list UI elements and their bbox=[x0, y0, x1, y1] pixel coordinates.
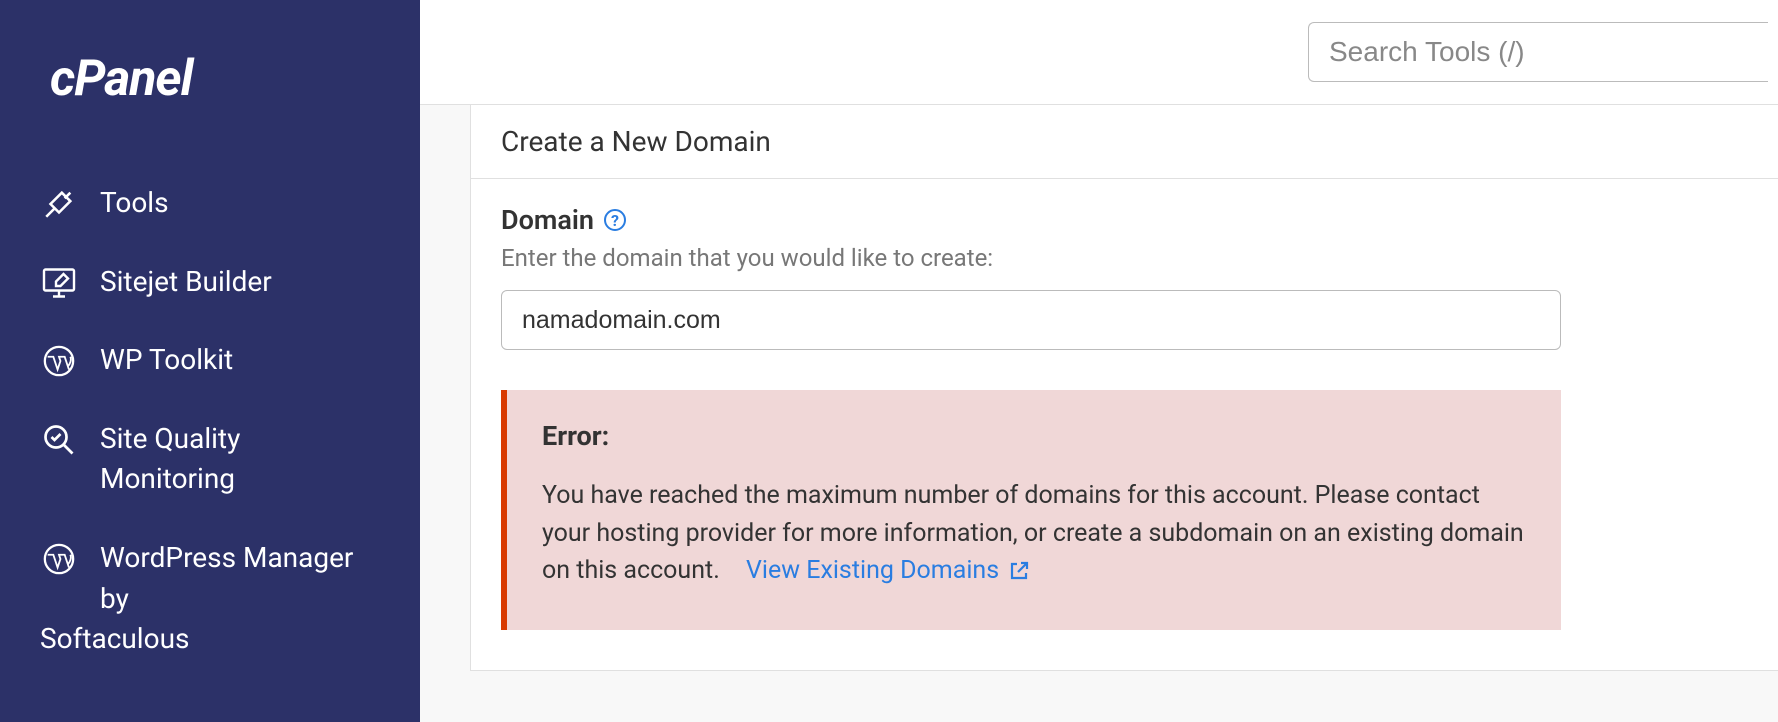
domain-label: Domain bbox=[501, 204, 594, 236]
alert-message: You have reached the maximum number of d… bbox=[542, 481, 1524, 585]
search-input[interactable] bbox=[1308, 22, 1768, 82]
create-domain-panel: Create a New Domain Domain ? Enter the d… bbox=[470, 105, 1778, 671]
topbar bbox=[420, 0, 1778, 105]
brand-logo: cPanel bbox=[50, 50, 380, 108]
alert-title: Error: bbox=[542, 420, 1526, 452]
panel-body: Domain ? Enter the domain that you would… bbox=[471, 178, 1778, 670]
view-domains-link[interactable]: View Existing Domains bbox=[746, 552, 1031, 590]
wordpress-icon bbox=[40, 342, 78, 380]
main-area: Create a New Domain Domain ? Enter the d… bbox=[420, 0, 1778, 722]
sidebar-item-label: WP Toolkit bbox=[100, 340, 233, 381]
domain-input[interactable] bbox=[501, 290, 1561, 350]
domain-label-row: Domain ? bbox=[501, 204, 1748, 236]
sidebar-item-wpmanager[interactable]: WordPress Manager by Softaculous WordPre… bbox=[40, 538, 380, 660]
domain-hint: Enter the domain that you would like to … bbox=[501, 244, 1748, 272]
monitor-edit-icon bbox=[40, 264, 78, 302]
help-icon[interactable]: ? bbox=[604, 209, 626, 231]
sidebar-item-wptoolkit[interactable]: WP Toolkit bbox=[40, 340, 380, 381]
sidebar: cPanel Tools Sitejet Builder WP Toolkit bbox=[0, 0, 420, 722]
content: Create a New Domain Domain ? Enter the d… bbox=[420, 105, 1778, 722]
sidebar-item-sitequality[interactable]: Site Quality Monitoring bbox=[40, 419, 380, 500]
tools-icon bbox=[40, 185, 78, 223]
error-alert: Error: You have reached the maximum numb… bbox=[501, 390, 1561, 630]
alert-body: You have reached the maximum number of d… bbox=[542, 477, 1526, 590]
sidebar-item-label: WordPress Manager by Softaculous WordPre… bbox=[100, 538, 380, 660]
sidebar-item-label: Sitejet Builder bbox=[100, 262, 272, 303]
external-link-icon bbox=[1007, 559, 1031, 583]
sidebar-item-sitejet[interactable]: Sitejet Builder bbox=[40, 262, 380, 303]
sidebar-item-label: Tools bbox=[100, 183, 169, 224]
sidebar-item-label: Site Quality Monitoring bbox=[100, 419, 380, 500]
magnify-check-icon bbox=[40, 421, 78, 459]
wordpress-icon bbox=[40, 540, 78, 578]
sidebar-item-tools[interactable]: Tools bbox=[40, 183, 380, 224]
panel-title: Create a New Domain bbox=[471, 105, 1778, 178]
alert-link-text: View Existing Domains bbox=[746, 552, 999, 590]
